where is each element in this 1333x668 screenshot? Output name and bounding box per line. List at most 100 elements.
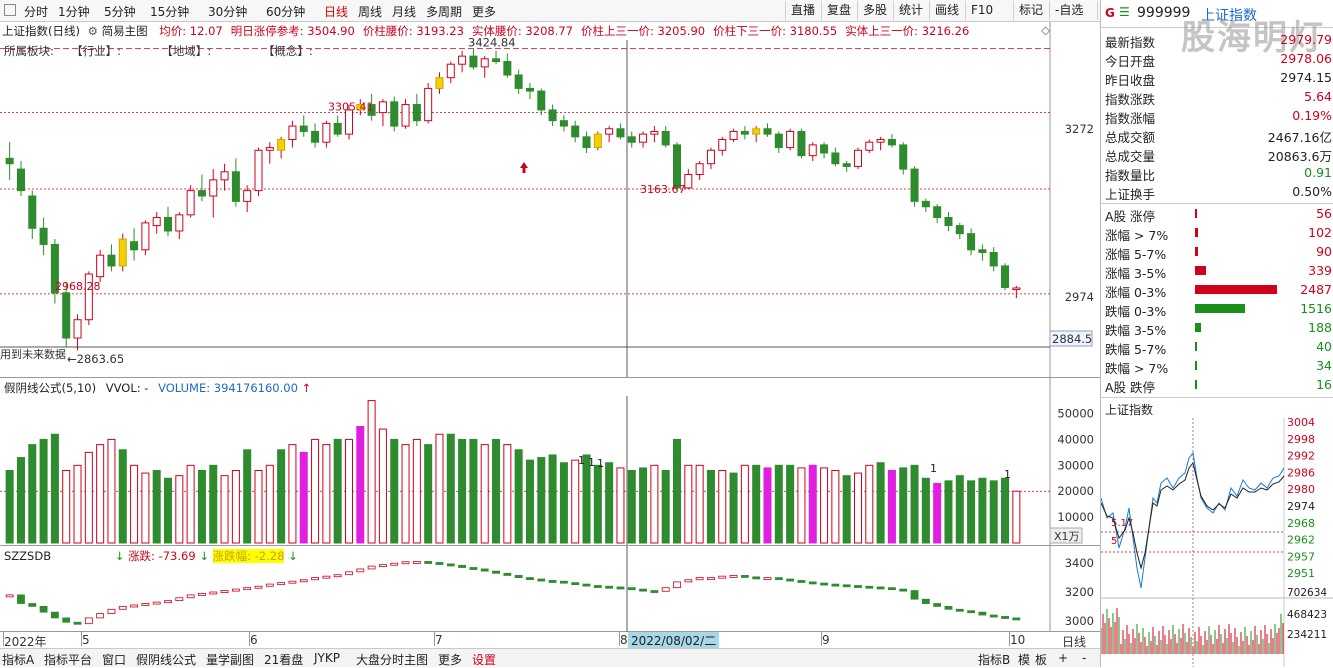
- volume-bar-89[interactable]: [1012, 490, 1021, 544]
- candle-72[interactable]: [820, 142, 829, 159]
- candle-49[interactable]: [559, 115, 568, 132]
- candle-6[interactable]: [73, 314, 82, 351]
- volume-bar-21[interactable]: [243, 449, 252, 544]
- candle-39[interactable]: [446, 61, 455, 84]
- volume-bar-38[interactable]: [435, 433, 444, 544]
- toolbar-button-0[interactable]: 直播: [785, 1, 819, 20]
- tab-6[interactable]: 日线: [324, 3, 348, 20]
- bottom-right-item-1[interactable]: 模: [1018, 651, 1030, 668]
- candle-77[interactable]: [876, 136, 885, 151]
- volume-bar-53[interactable]: [605, 462, 614, 544]
- candle-37[interactable]: [424, 83, 433, 124]
- volume-bar-43[interactable]: [492, 438, 501, 544]
- volume-bar-63[interactable]: [718, 470, 727, 544]
- bottom-item-4[interactable]: 量学副图: [206, 651, 254, 668]
- volume-bar-19[interactable]: [220, 475, 229, 544]
- volume-bar-0[interactable]: [5, 470, 14, 544]
- volume-bar-49[interactable]: [559, 462, 568, 544]
- candle-3[interactable]: [39, 217, 48, 256]
- candle-58[interactable]: [661, 126, 670, 148]
- candle-73[interactable]: [831, 147, 840, 167]
- tab-10[interactable]: 更多: [472, 3, 496, 20]
- volume-bar-40[interactable]: [458, 438, 467, 544]
- candle-83[interactable]: [944, 212, 953, 231]
- candle-78[interactable]: [887, 134, 896, 148]
- tab-4[interactable]: 30分钟: [208, 3, 247, 20]
- volume-bar-15[interactable]: [175, 475, 184, 544]
- candle-46[interactable]: [525, 83, 534, 100]
- candle-20[interactable]: [231, 158, 240, 207]
- candle-14[interactable]: [164, 206, 173, 237]
- volume-bar-85[interactable]: [967, 480, 976, 544]
- tab-5[interactable]: 60分钟: [266, 3, 305, 20]
- volume-bar-23[interactable]: [265, 464, 274, 544]
- candle-12[interactable]: [141, 220, 150, 256]
- volume-bar-12[interactable]: [141, 472, 150, 544]
- candle-23[interactable]: [265, 142, 274, 164]
- candle-45[interactable]: [514, 69, 523, 94]
- volume-bar-76[interactable]: [865, 464, 874, 544]
- bottom-item-6[interactable]: JYKP: [314, 651, 340, 665]
- candle-88[interactable]: [1001, 263, 1010, 291]
- volume-bar-72[interactable]: [820, 467, 829, 544]
- candle-18[interactable]: [209, 169, 218, 218]
- volume-bar-87[interactable]: [989, 480, 998, 544]
- menu-icon[interactable]: ☰: [1119, 5, 1130, 19]
- volume-bar-29[interactable]: [333, 438, 342, 544]
- candle-24[interactable]: [277, 136, 286, 159]
- volume-bar-37[interactable]: [424, 444, 433, 544]
- toolbar-button-6[interactable]: 标记: [1013, 1, 1047, 20]
- volume-bar-26[interactable]: [299, 451, 308, 544]
- candle-70[interactable]: [797, 128, 806, 159]
- volume-bar-35[interactable]: [401, 444, 410, 544]
- volume-bar-62[interactable]: [706, 470, 715, 544]
- candle-55[interactable]: [627, 131, 636, 148]
- volume-bar-55[interactable]: [627, 470, 636, 544]
- candle-42[interactable]: [480, 56, 489, 78]
- candlestick-chart[interactable]: 3424.84 3305.41 3163.67 2968.28 ←2863.65用到未来…: [0, 22, 1100, 378]
- volume-bar-1[interactable]: [16, 457, 25, 544]
- volume-bar-4[interactable]: [50, 433, 59, 544]
- candle-62[interactable]: [706, 147, 715, 170]
- candle-17[interactable]: [197, 174, 206, 202]
- candle-22[interactable]: [254, 147, 263, 196]
- candle-10[interactable]: [118, 233, 127, 272]
- candle-35[interactable]: [401, 99, 410, 129]
- volume-bar-78[interactable]: [887, 470, 896, 544]
- candle-82[interactable]: [933, 204, 942, 223]
- tab-8[interactable]: 月线: [392, 3, 416, 20]
- tab-2[interactable]: 5分钟: [104, 3, 136, 20]
- candle-26[interactable]: [299, 115, 308, 137]
- candle-81[interactable]: [921, 198, 930, 213]
- volume-bar-11[interactable]: [130, 464, 139, 544]
- volume-bar-79[interactable]: [899, 467, 908, 544]
- candle-44[interactable]: [503, 53, 512, 78]
- volume-bar-30[interactable]: [344, 438, 353, 544]
- candle-69[interactable]: [786, 128, 795, 151]
- volume-bar-36[interactable]: [412, 438, 421, 544]
- candle-75[interactable]: [853, 147, 862, 170]
- volume-bar-70[interactable]: [797, 467, 806, 544]
- volume-bar-6[interactable]: [73, 464, 82, 544]
- volume-bar-41[interactable]: [469, 438, 478, 544]
- bottom-right-item-3[interactable]: +: [1058, 651, 1068, 665]
- candle-40[interactable]: [458, 50, 467, 73]
- candle-63[interactable]: [718, 136, 727, 156]
- candle-61[interactable]: [695, 161, 704, 180]
- volume-bar-65[interactable]: [740, 464, 749, 544]
- tab-7[interactable]: 周线: [358, 3, 382, 20]
- volume-bar-59[interactable]: [673, 438, 682, 544]
- volume-bar-2[interactable]: [28, 444, 37, 544]
- candle-86[interactable]: [978, 244, 987, 261]
- volume-bar-16[interactable]: [186, 464, 195, 544]
- volume-bar-20[interactable]: [231, 470, 240, 544]
- volume-bar-67[interactable]: [763, 467, 772, 544]
- volume-bar-32[interactable]: [367, 400, 376, 544]
- volume-chart[interactable]: 5000040000300002000010000X1万1 1 1 1 1: [0, 378, 1100, 545]
- candle-9[interactable]: [107, 244, 116, 272]
- candle-54[interactable]: [616, 123, 625, 140]
- candle-53[interactable]: [605, 126, 614, 143]
- volume-bar-52[interactable]: [593, 464, 602, 544]
- volume-bar-80[interactable]: [910, 464, 919, 544]
- intraday-mini-chart[interactable]: 3004 2998 2992 2986 2980 2974 2968 2962 2957 2951…: [1101, 418, 1333, 667]
